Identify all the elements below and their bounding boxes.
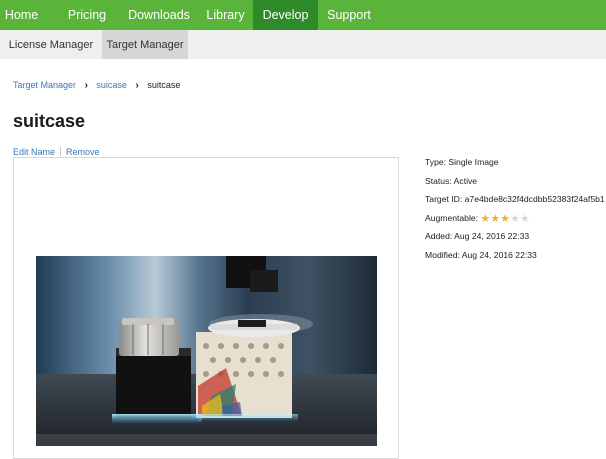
nav-item-develop[interactable]: Develop <box>253 0 318 30</box>
tab-target-manager[interactable]: Target Manager <box>102 30 188 59</box>
page-title: suitcase <box>13 111 86 131</box>
nav-item-home[interactable]: Home <box>0 0 43 30</box>
breadcrumb-current: suitcase <box>147 80 181 90</box>
target-id: Target ID: a7e4bde8c32f4dcdbb52383f24af5… <box>425 194 605 204</box>
breadcrumb-separator: › <box>84 80 88 91</box>
target-image-panel <box>13 157 399 459</box>
augmentable-rating: ★★★★★ <box>480 212 530 225</box>
target-details: Type: Single Image Status: Active Target… <box>425 157 605 268</box>
breadcrumb: Target Manager › suicase › suitcase <box>13 80 180 91</box>
breadcrumb-target-manager[interactable]: Target Manager <box>13 80 76 90</box>
nav-item-library[interactable]: Library <box>198 0 253 30</box>
sub-navigation: License Manager Target Manager <box>0 30 606 59</box>
breadcrumb-database[interactable]: suicase <box>96 80 127 90</box>
remove-link[interactable]: Remove <box>66 147 100 157</box>
star-icon: ★ <box>500 212 511 225</box>
target-added: Added: Aug 24, 2016 22:33 <box>425 231 530 241</box>
nav-item-pricing[interactable]: Pricing <box>58 0 116 30</box>
top-navigation: Home Pricing Downloads Library Develop S… <box>0 0 606 30</box>
star-icon: ★ <box>490 212 501 225</box>
tab-license-manager[interactable]: License Manager <box>0 30 102 59</box>
nav-item-support[interactable]: Support <box>318 0 380 30</box>
target-actions: Edit Name Remove <box>13 147 100 157</box>
breadcrumb-separator: › <box>135 80 139 91</box>
target-image <box>36 256 377 446</box>
edit-name-link[interactable]: Edit Name <box>13 147 55 157</box>
star-icon: ★ <box>510 212 520 225</box>
target-type: Type: Single Image <box>425 157 499 167</box>
star-icon: ★ <box>480 212 491 225</box>
action-divider <box>60 147 62 156</box>
target-augmentable: Augmentable: ★★★★★ <box>425 213 605 232</box>
target-status: Status: Active <box>425 175 478 186</box>
augmentable-label: Augmentable: <box>425 212 479 223</box>
nav-item-downloads[interactable]: Downloads <box>120 0 198 30</box>
target-modified: Modified: Aug 24, 2016 22:33 <box>425 249 537 260</box>
star-icon: ★ <box>519 212 530 225</box>
